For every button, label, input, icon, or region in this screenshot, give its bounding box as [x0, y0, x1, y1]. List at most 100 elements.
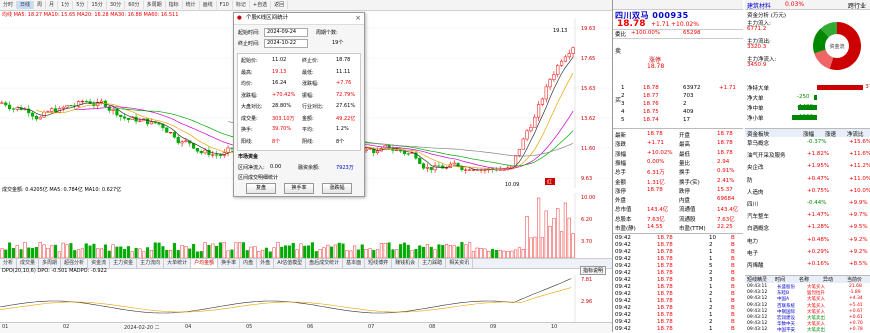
replay-button[interactable]: 复盘 [246, 183, 276, 194]
candle-body [61, 106, 65, 109]
pie-center-label: 资金流 [829, 43, 844, 50]
toolbar-10[interactable]: 指标 [166, 1, 183, 9]
indicator-tab-11[interactable]: 外盘 [257, 259, 275, 268]
dialog-titlebar[interactable]: ● 个股K线区间统计 × [234, 13, 364, 25]
toolbar-3[interactable]: 月 [46, 1, 59, 9]
indicator-tab-9[interactable]: 换手率 [218, 259, 241, 268]
dpo-svg[interactable]: 7.81 2.96 [0, 275, 612, 322]
news-stock[interactable]: 中国平安 [777, 327, 795, 333]
concept-name[interactable]: 汽车整车 [747, 212, 769, 220]
buy-price[interactable]: 18.76 [643, 101, 659, 107]
sell-side-label: 卖 [615, 48, 622, 55]
volume-bar [556, 208, 560, 258]
quote-label: 涨跌 [615, 142, 627, 149]
indicator-tab-14[interactable]: 基本面 [343, 259, 366, 268]
indicator-tab-3[interactable]: 超强分析 [61, 259, 89, 268]
concept-name[interactable]: 丙烯酸 [747, 261, 764, 269]
indicator-tab-17[interactable]: 主力踩踏 [419, 259, 447, 268]
dpo-legend: DPO(20,10,6) DPO: -0.501 MADPO: -0.922 [2, 268, 107, 274]
concept-name[interactable]: 央企改 [747, 163, 764, 171]
toolbar-13[interactable]: F10 [217, 1, 233, 9]
toolbar-2[interactable]: 周 [34, 1, 47, 9]
toolbar-0[interactable]: 分时 [0, 1, 18, 9]
toolbar-7[interactable]: 30分 [107, 1, 126, 9]
indicator-tab-8[interactable]: 户均金额 [191, 259, 219, 268]
sector-header[interactable]: 建筑材料 0.03% 跨行业 [745, 0, 870, 10]
turnover-button[interactable]: 换手率 [284, 183, 314, 194]
news-stock[interactable]: 百联系统 [777, 303, 795, 309]
concept-name[interactable]: 电子 [747, 249, 758, 257]
news-stock[interactable]: 东睦B [777, 290, 789, 296]
toolbar-1[interactable]: 日线 [17, 1, 35, 9]
news-stock[interactable]: 中国A [777, 296, 789, 302]
toolbar-9[interactable]: 多周期 [144, 1, 166, 9]
volume-bar [161, 246, 165, 258]
volume-bar [165, 249, 169, 258]
indicator-tab-2[interactable]: 多周期 [39, 259, 62, 268]
news-stock[interactable]: 华数中天 [777, 321, 795, 327]
buy-price[interactable]: 18.77 [643, 93, 659, 99]
tick-direction: B [731, 319, 735, 325]
volume-bar [153, 242, 157, 258]
volume-bar [284, 245, 288, 258]
indicator-tab-6[interactable]: 主力流向 [137, 259, 165, 268]
indicator-tab-10[interactable]: 内盘 [240, 259, 258, 268]
start-time-input[interactable]: 2024-09-24 [264, 28, 308, 37]
toolbar-11[interactable]: 统计 [183, 1, 200, 9]
toolbar-8[interactable]: 60分 [125, 1, 144, 9]
buy-orders: 1 18.78 63972 +1.71 2 18.77 703 3 18.76 2 4 18.75 40… [621, 85, 743, 127]
concept-name[interactable]: 油气开采及服务 [747, 151, 786, 159]
indicator-tab-4[interactable]: 资金流 [88, 259, 111, 268]
quote-value: 143.4亿 [647, 207, 669, 214]
concept-name[interactable]: 四川 [747, 200, 758, 208]
volume-svg[interactable]: 10.00 6.20 3.70 [0, 193, 612, 258]
range-stats-dialog[interactable]: ● 个股K线区间统计 × 起始时间: 2024-09-24 终止时间: 2024… [233, 12, 365, 197]
indicator-tab-1[interactable]: 成交量 [17, 259, 40, 268]
concept-name[interactable]: 草乌概念 [747, 139, 769, 147]
toolbar-15[interactable]: +自选 [250, 1, 272, 9]
app-icon: ● [237, 15, 242, 21]
indicator-tab-18[interactable]: 相关资讯 [446, 259, 474, 268]
red-tag-text: 红 [547, 179, 552, 186]
news-stock[interactable]: 中钢国际 [777, 309, 795, 315]
concept-name[interactable]: 白酒概念 [747, 224, 769, 232]
sector-more-link[interactable]: 跨行业 [848, 1, 866, 10]
margin-label: 融资余额: [298, 165, 320, 171]
concept-name[interactable]: 电力 [747, 237, 758, 245]
concept-pct: -0.44% [807, 200, 827, 206]
concept-name[interactable]: 防 [747, 176, 753, 184]
quote-value: 6.31万 [647, 170, 665, 177]
toolbar-4[interactable]: 1分 [58, 1, 74, 9]
toolbar-12[interactable]: 画线 [200, 1, 217, 9]
buy-price[interactable]: 18.78 [643, 85, 659, 91]
tick-price: 18.78 [657, 319, 673, 325]
toolbar-6[interactable]: 15分 [88, 1, 107, 9]
concept-name[interactable]: 人造肉 [747, 188, 764, 196]
stat-label: 振幅: [302, 92, 314, 99]
news-stock[interactable]: 长盛股份 [777, 284, 795, 290]
change-button[interactable]: 涨跌幅 [322, 183, 352, 194]
indicator-help-button[interactable]: 指标说明 [580, 266, 607, 275]
indicator-tab-13[interactable]: 盘后成交统计 [306, 259, 344, 268]
buy-level: 2 [621, 93, 625, 99]
candle-body [15, 107, 19, 110]
indicator-tab-0[interactable]: 分析 [0, 259, 18, 268]
toolbar-5[interactable]: 5分 [73, 1, 89, 9]
end-time-input[interactable]: 2024-10-22 [264, 39, 308, 48]
last-price: 18.78 [617, 19, 646, 29]
toolbar-14[interactable]: 标记 [233, 1, 250, 9]
indicator-tab-15[interactable]: 短线博弈 [365, 259, 393, 268]
buy-price[interactable]: 18.75 [643, 109, 659, 115]
indicator-tab-12[interactable]: AI估值模型 [274, 259, 307, 268]
indicator-tab-5[interactable]: 主力资金 [110, 259, 138, 268]
indicator-tab-7[interactable]: 大单统计 [164, 259, 192, 268]
quote-value: 7.63亿 [647, 216, 665, 223]
toolbar-16[interactable]: 返回 [271, 1, 289, 9]
close-icon[interactable]: × [355, 13, 361, 24]
indicator-tab-16[interactable]: 赚钱机会 [392, 259, 420, 268]
news-stock[interactable]: 宏润建设 [777, 315, 795, 321]
news-time: 09:43:12 [747, 296, 768, 302]
buy-price[interactable]: 18.74 [643, 117, 659, 123]
buy-volume: 17 [683, 117, 690, 123]
sector-name: 建筑材料 [747, 3, 772, 10]
